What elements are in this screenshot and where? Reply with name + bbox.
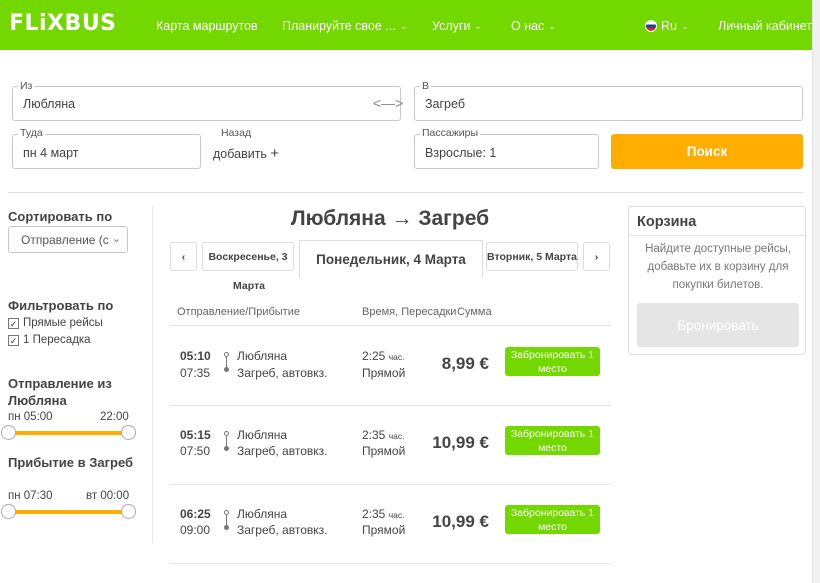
book-button[interactable]: Забронировать 1 место <box>505 505 600 534</box>
chevron-left-icon: ‹ <box>181 250 186 263</box>
chevron-down-icon: ⌄ <box>548 21 556 31</box>
trip-type: Прямой <box>362 523 406 537</box>
filter-direct-checkbox[interactable]: ✓ Прямые рейсы <box>8 317 103 329</box>
from-field[interactable]: Любляна <box>12 86 401 121</box>
arrival-station: Загреб, автовкз. <box>237 523 328 537</box>
flixbus-logo[interactable]: FLiXBUS <box>9 11 117 36</box>
departure-station: Любляна <box>237 349 288 363</box>
col-header-route: Отправление/Прибытие <box>177 306 300 318</box>
arrival-time: 09:00 <box>180 523 211 537</box>
checkmark-icon: ✓ <box>8 335 19 346</box>
col-header-price: Сумма <box>457 306 492 318</box>
chevron-down-icon: ⌄ <box>680 21 689 31</box>
page-scrollbar[interactable] <box>812 0 820 583</box>
chevron-down-icon: ⌄ <box>474 21 482 31</box>
book-cart-button[interactable]: Бронировать <box>637 303 799 347</box>
to-value: Загреб <box>425 97 465 111</box>
cart-empty-text: Найдите доступные рейсы, добавьте их в к… <box>645 243 791 291</box>
depart-date-field[interactable]: пн 4 март <box>12 134 201 169</box>
slider-handle-end[interactable] <box>121 504 136 519</box>
departure-time: 06:25 <box>180 507 211 521</box>
add-return-button[interactable]: добавить + <box>213 145 279 162</box>
divider <box>629 235 805 236</box>
arrival-station: Загреб, автовкз. <box>237 444 328 458</box>
trip-price: 10,99 € <box>432 433 489 452</box>
nav-plan-trip[interactable]: Планируйте свое ... ⌄ <box>282 19 407 33</box>
arrival-time: 07:50 <box>180 444 211 458</box>
row-divider <box>170 325 611 326</box>
departure-time: 05:15 <box>180 428 211 442</box>
from-label: Из <box>18 80 35 92</box>
arrival-station: Загреб, автовкз. <box>237 366 328 380</box>
search-button[interactable]: Поиск <box>611 134 803 169</box>
nav-route-map[interactable]: Карта маршрутов <box>156 19 258 33</box>
divider <box>8 192 803 193</box>
to-field[interactable]: Загреб <box>414 86 803 121</box>
nav-about[interactable]: О нас ⌄ <box>511 19 556 33</box>
route-title: Любляна → Загреб <box>290 207 490 230</box>
passengers-label: Пассажиры <box>420 127 481 139</box>
tab-next-day[interactable]: Вторник, 5 Марта <box>486 242 578 271</box>
chevron-down-icon: ⌄ <box>111 233 121 245</box>
arrival-range-start: пн 07:30 <box>8 490 53 502</box>
sort-title: Сортировать по <box>8 209 113 224</box>
nav-services[interactable]: Услуги ⌄ <box>432 19 482 33</box>
arrival-filter-title: Прибытие в Загреб <box>8 455 134 470</box>
top-header: FLiXBUS Карта маршрутов Планируйте свое … <box>0 0 812 50</box>
arrival-time: 07:35 <box>180 366 211 380</box>
trip-duration: 2:35 час. <box>362 507 405 521</box>
chevron-right-icon: › <box>594 250 599 263</box>
book-button[interactable]: Забронировать 1 место <box>505 347 600 376</box>
prev-day-month: Марта <box>233 280 265 292</box>
departure-station: Любляна <box>237 428 288 442</box>
filter-one-transfer-checkbox[interactable]: ✓ 1 Пересадка <box>8 334 91 346</box>
departure-time: 05:10 <box>180 349 211 363</box>
row-divider <box>170 484 611 485</box>
trip-type: Прямой <box>362 444 406 458</box>
book-button[interactable]: Забронировать 1 место <box>505 426 600 455</box>
slider-handle-end[interactable] <box>121 425 136 440</box>
trip-duration: 2:35 час. <box>362 428 405 442</box>
depart-date-value: пн 4 март <box>23 146 79 160</box>
to-label: В <box>420 80 432 92</box>
depart-date-label: Туда <box>18 127 45 139</box>
cart-title: Корзина <box>637 214 697 230</box>
row-divider <box>170 405 611 406</box>
departure-range-end: 22:00 <box>100 411 129 423</box>
chevron-down-icon: ⌄ <box>399 21 408 31</box>
departure-station: Любляна <box>237 507 288 521</box>
trip-duration: 2:25 час. <box>362 349 405 363</box>
next-day-arrow[interactable]: › <box>583 242 610 271</box>
trip-price: 10,99 € <box>432 512 489 531</box>
nav-account[interactable]: Личный кабинет <box>718 19 812 33</box>
departure-filter-title: Отправление из Любляна <box>8 376 112 408</box>
trip-type: Прямой <box>362 366 406 380</box>
tab-current-day[interactable]: Понедельник, 4 Марта <box>299 240 483 278</box>
sidebar-divider <box>152 206 153 543</box>
return-date-label: Назад <box>219 127 254 139</box>
plus-icon: + <box>270 145 280 162</box>
cart-panel: Корзина Найдите доступные рейсы, добавьт… <box>628 206 806 355</box>
swap-arrows-icon[interactable]: <—> <box>373 95 403 111</box>
slider-handle-start[interactable] <box>1 425 16 440</box>
from-value: Любляна <box>23 97 76 111</box>
arrival-range-end: вт 00:00 <box>86 490 130 502</box>
language-selector[interactable]: Ru ⌄ <box>645 19 689 33</box>
checkmark-icon: ✓ <box>8 318 19 329</box>
russia-flag-icon <box>645 20 657 32</box>
departure-range-start: пн 05:00 <box>8 411 53 423</box>
trip-price: 8,99 € <box>441 354 489 373</box>
row-divider <box>170 563 611 564</box>
prev-day-arrow[interactable]: ‹ <box>170 242 197 271</box>
passengers-field[interactable]: Взрослые: 1 <box>414 134 599 169</box>
departure-time-slider[interactable] <box>1 425 136 440</box>
slider-handle-start[interactable] <box>1 504 16 519</box>
arrival-time-slider[interactable] <box>1 504 136 519</box>
tab-prev-day[interactable]: Воскресенье, 3 <box>202 242 294 271</box>
col-header-time: Время, Пересадки <box>362 306 457 318</box>
passengers-value: Взрослые: 1 <box>425 146 497 160</box>
filter-title: Фильтровать по <box>8 298 114 313</box>
sort-select[interactable]: Отправление (с ⌄ <box>8 226 128 253</box>
